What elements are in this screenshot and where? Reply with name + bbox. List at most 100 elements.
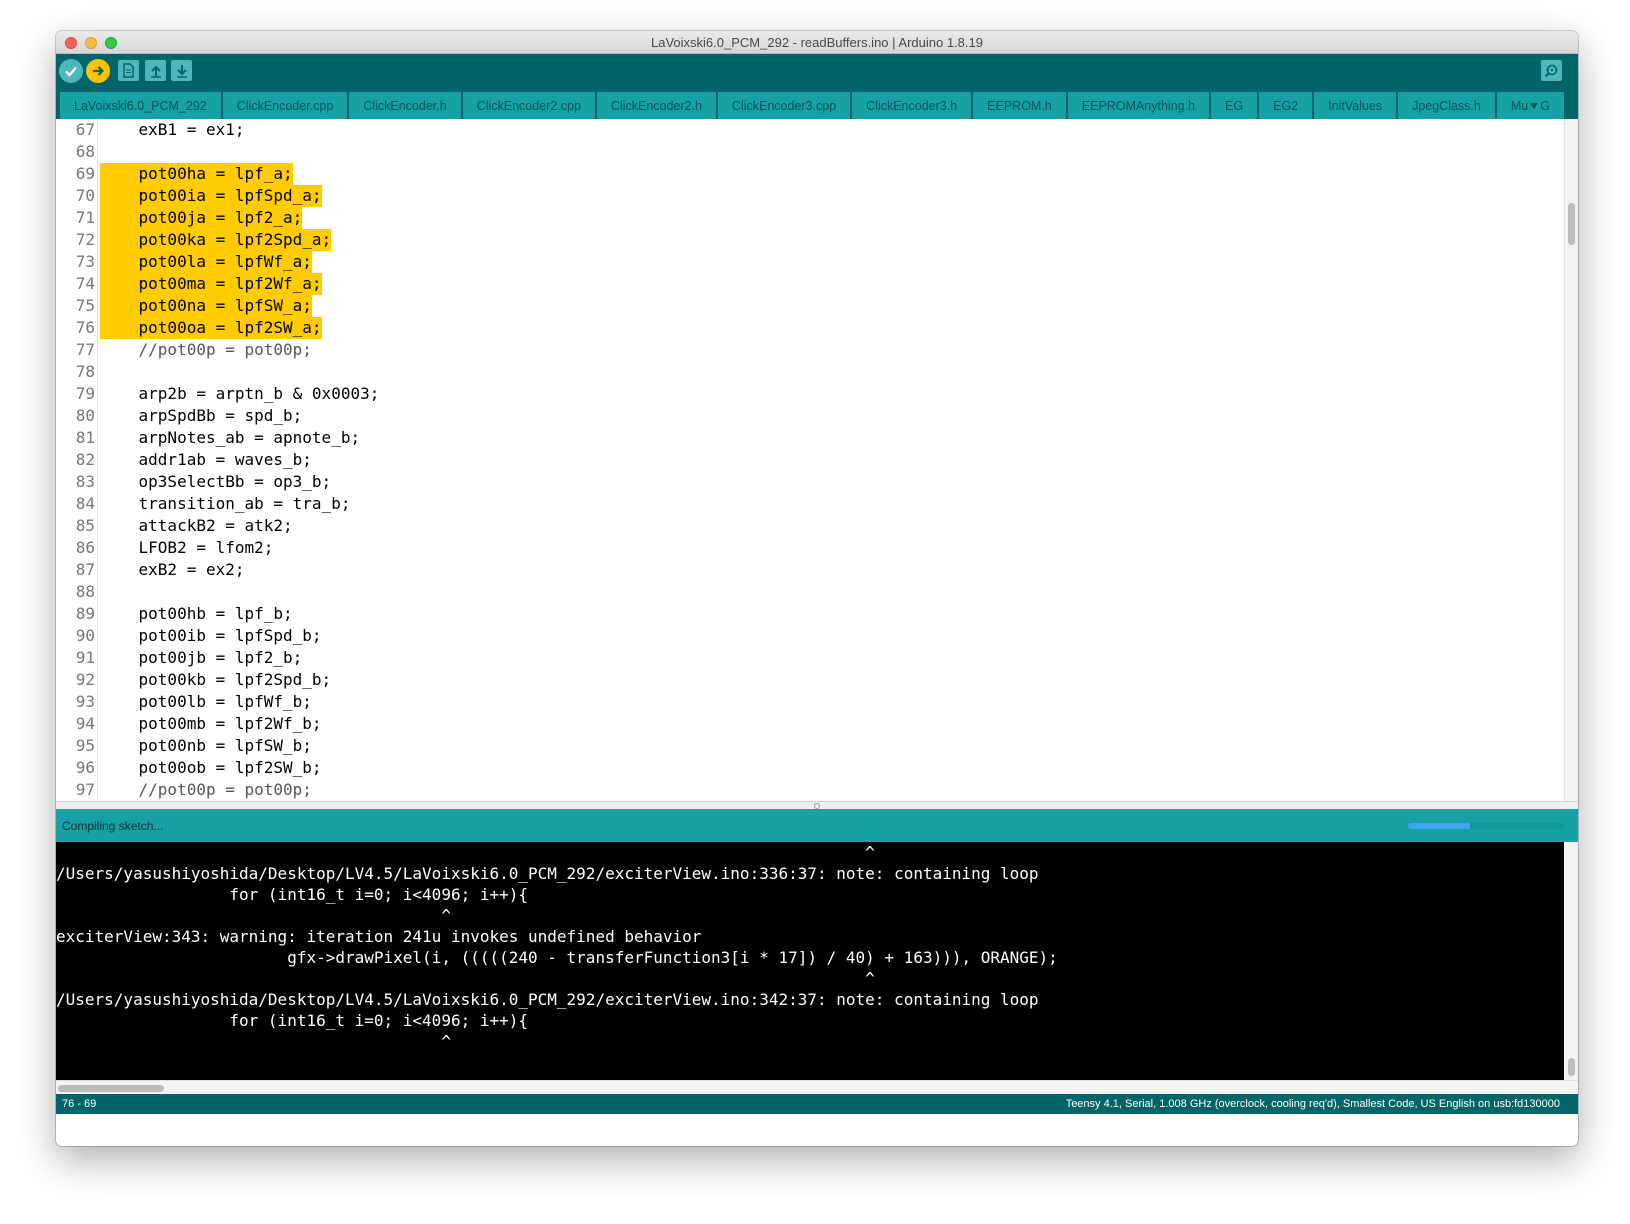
code-line[interactable]: 77 //pot00p = pot00p;	[56, 339, 1556, 361]
file-tabs: LaVoixski6.0_PCM_292 ClickEncoder.cpp Clic…	[56, 88, 1578, 119]
code-line[interactable]: 81 arpNotes_ab = apnote_b;	[56, 427, 1556, 449]
line-number: 67	[75, 120, 95, 139]
line-number: 69	[75, 164, 95, 183]
code-line[interactable]: 82 addr1ab = waves_b;	[56, 449, 1556, 471]
code-text: pot00la = lpfWf_a;	[100, 251, 312, 273]
tab-4[interactable]: ClickEncoder2.h	[596, 92, 716, 119]
code-text: arpNotes_ab = apnote_b;	[100, 428, 361, 447]
line-number: 92	[75, 670, 95, 689]
code-line[interactable]: 87 exB2 = ex2;	[56, 559, 1556, 581]
code-line[interactable]: 67 exB1 = ex1;	[56, 119, 1556, 141]
code-line[interactable]: 92 pot00kb = lpf2Spd_b;	[56, 669, 1556, 691]
line-number: 95	[75, 736, 95, 755]
line-number: 73	[75, 252, 95, 271]
code-line[interactable]: 96 pot00ob = lpf2SW_b;	[56, 757, 1556, 779]
console-line: for (int16_t i=0; i<4096; i++){	[56, 885, 529, 904]
tab-overflow-menu[interactable]: Mu G	[1496, 92, 1564, 119]
code-line[interactable]: 89 pot00hb = lpf_b;	[56, 603, 1556, 625]
tab-9[interactable]: EG	[1211, 92, 1258, 119]
code-line[interactable]: 72 pot00ka = lpf2Spd_a;	[56, 229, 1556, 251]
console-output[interactable]: ^ /Users/yasushiyoshida/Desktop/LV4.5/LaV…	[56, 842, 1578, 1080]
tab-6[interactable]: ClickEncoder3.h	[852, 92, 972, 119]
code-text: arp2b = arptn_b & 0x0003;	[100, 384, 380, 403]
code-text: pot00na = lpfSW_a;	[100, 295, 312, 317]
verify-button[interactable]	[59, 59, 83, 83]
code-line[interactable]: 76 pot00oa = lpf2SW_a;	[56, 317, 1556, 339]
code-text: pot00ka = lpf2Spd_a;	[100, 229, 332, 251]
upload-button[interactable]	[86, 59, 110, 83]
tab-1[interactable]: ClickEncoder.cpp	[222, 92, 348, 119]
code-line[interactable]: 80 arpSpdBb = spd_b;	[56, 405, 1556, 427]
line-number: 86	[75, 538, 95, 557]
code-line[interactable]: 94 pot00mb = lpf2Wf_b;	[56, 713, 1556, 735]
code-line[interactable]: 73 pot00la = lpfWf_a;	[56, 251, 1556, 273]
open-sketch-button[interactable]	[145, 60, 166, 81]
window-title: LaVoixski6.0_PCM_292 - readBuffers.ino |…	[651, 34, 983, 50]
tab-0[interactable]: LaVoixski6.0_PCM_292	[60, 92, 221, 119]
tab-2[interactable]: ClickEncoder.h	[349, 92, 461, 119]
code-line[interactable]: 88	[56, 581, 1556, 603]
code-text: pot00lb = lpfWf_b;	[100, 692, 312, 711]
line-number: 97	[75, 780, 95, 799]
code-text: addr1ab = waves_b;	[100, 450, 312, 469]
code-line[interactable]: 97 //pot00p = pot00p;	[56, 779, 1556, 801]
tab-12[interactable]: JpegClass.h	[1398, 92, 1495, 119]
console-scroll-thumb[interactable]	[1568, 1058, 1575, 1076]
code-line[interactable]: 78	[56, 361, 1556, 383]
code-line[interactable]: 71 pot00ja = lpf2_a;	[56, 207, 1556, 229]
tab-8[interactable]: EEPROMAnything.h	[1067, 92, 1210, 119]
code-line[interactable]: 93 pot00lb = lpfWf_b;	[56, 691, 1556, 713]
split-pane-divider[interactable]	[56, 801, 1578, 809]
console-line: ^	[56, 843, 875, 862]
code-line[interactable]: 75 pot00na = lpfSW_a;	[56, 295, 1556, 317]
editor-scroll-thumb[interactable]	[1568, 203, 1575, 245]
editor-vertical-scrollbar[interactable]	[1564, 119, 1578, 801]
code-line[interactable]: 91 pot00jb = lpf2_b;	[56, 647, 1556, 669]
tab-3[interactable]: ClickEncoder2.cpp	[462, 92, 595, 119]
toolbar	[56, 54, 1578, 88]
window-controls	[65, 37, 117, 49]
console-line: ^	[56, 969, 875, 988]
tab-7[interactable]: EEPROM.h	[973, 92, 1066, 119]
code-line[interactable]: 90 pot00ib = lpfSpd_b;	[56, 625, 1556, 647]
code-line[interactable]: 85 attackB2 = atk2;	[56, 515, 1556, 537]
line-number: 79	[75, 384, 95, 403]
code-line[interactable]: 69 pot00ha = lpf_a;	[56, 163, 1556, 185]
arrow-right-icon	[93, 66, 105, 76]
console-line: gfx->drawPixel(i, (((((240 - transferFun…	[56, 948, 1058, 967]
console-line: for (int16_t i=0; i<4096; i++){	[56, 1011, 529, 1030]
code-line[interactable]: 79 arp2b = arptn_b & 0x0003;	[56, 383, 1556, 405]
code-comment: //pot00p = pot00p;	[100, 340, 312, 359]
console-vertical-scrollbar[interactable]	[1564, 842, 1578, 1080]
cursor-position: 76 - 69	[62, 1098, 97, 1110]
code-line[interactable]: 68	[56, 141, 1556, 163]
save-sketch-button[interactable]	[171, 60, 192, 81]
tab-10[interactable]: EG2	[1259, 92, 1313, 119]
code-line[interactable]: 74 pot00ma = lpf2Wf_a;	[56, 273, 1556, 295]
code-text: transition_ab = tra_b;	[100, 494, 351, 513]
code-text: LFOB2 = lfom2;	[100, 538, 274, 557]
code-editor[interactable]: 67 exB1 = ex1; 68 69 pot00ha = lpf_a; 70 po…	[56, 119, 1578, 801]
line-number: 70	[75, 186, 95, 205]
tab-11[interactable]: InitValues	[1314, 92, 1397, 119]
code-line[interactable]: 84 transition_ab = tra_b;	[56, 493, 1556, 515]
console-line: exciterView:343: warning: iteration 241u…	[56, 927, 702, 946]
code-line[interactable]: 95 pot00nb = lpfSW_b;	[56, 735, 1556, 757]
serial-monitor-button[interactable]	[1541, 60, 1562, 81]
chevron-down-icon	[1530, 102, 1539, 109]
code-text: pot00jb = lpf2_b;	[100, 648, 303, 667]
code-text: pot00ha = lpf_a;	[100, 163, 293, 185]
close-window-button[interactable]	[65, 37, 77, 49]
code-line[interactable]: 86 LFOB2 = lfom2;	[56, 537, 1556, 559]
zoom-window-button[interactable]	[105, 37, 117, 49]
tab-5[interactable]: ClickEncoder3.cpp	[717, 92, 851, 119]
code-lines[interactable]: 67 exB1 = ex1; 68 69 pot00ha = lpf_a; 70 po…	[56, 119, 1556, 801]
console-horizontal-scrollbar[interactable]	[56, 1080, 1578, 1094]
line-number: 76	[75, 318, 95, 337]
code-line[interactable]: 70 pot00ia = lpfSpd_a;	[56, 185, 1556, 207]
code-line[interactable]: 83 op3SelectBb = op3_b;	[56, 471, 1556, 493]
new-sketch-button[interactable]	[118, 60, 139, 81]
minimize-window-button[interactable]	[85, 37, 97, 49]
console-hscroll-thumb[interactable]	[58, 1085, 164, 1092]
open-arrow-up-icon	[150, 65, 161, 78]
